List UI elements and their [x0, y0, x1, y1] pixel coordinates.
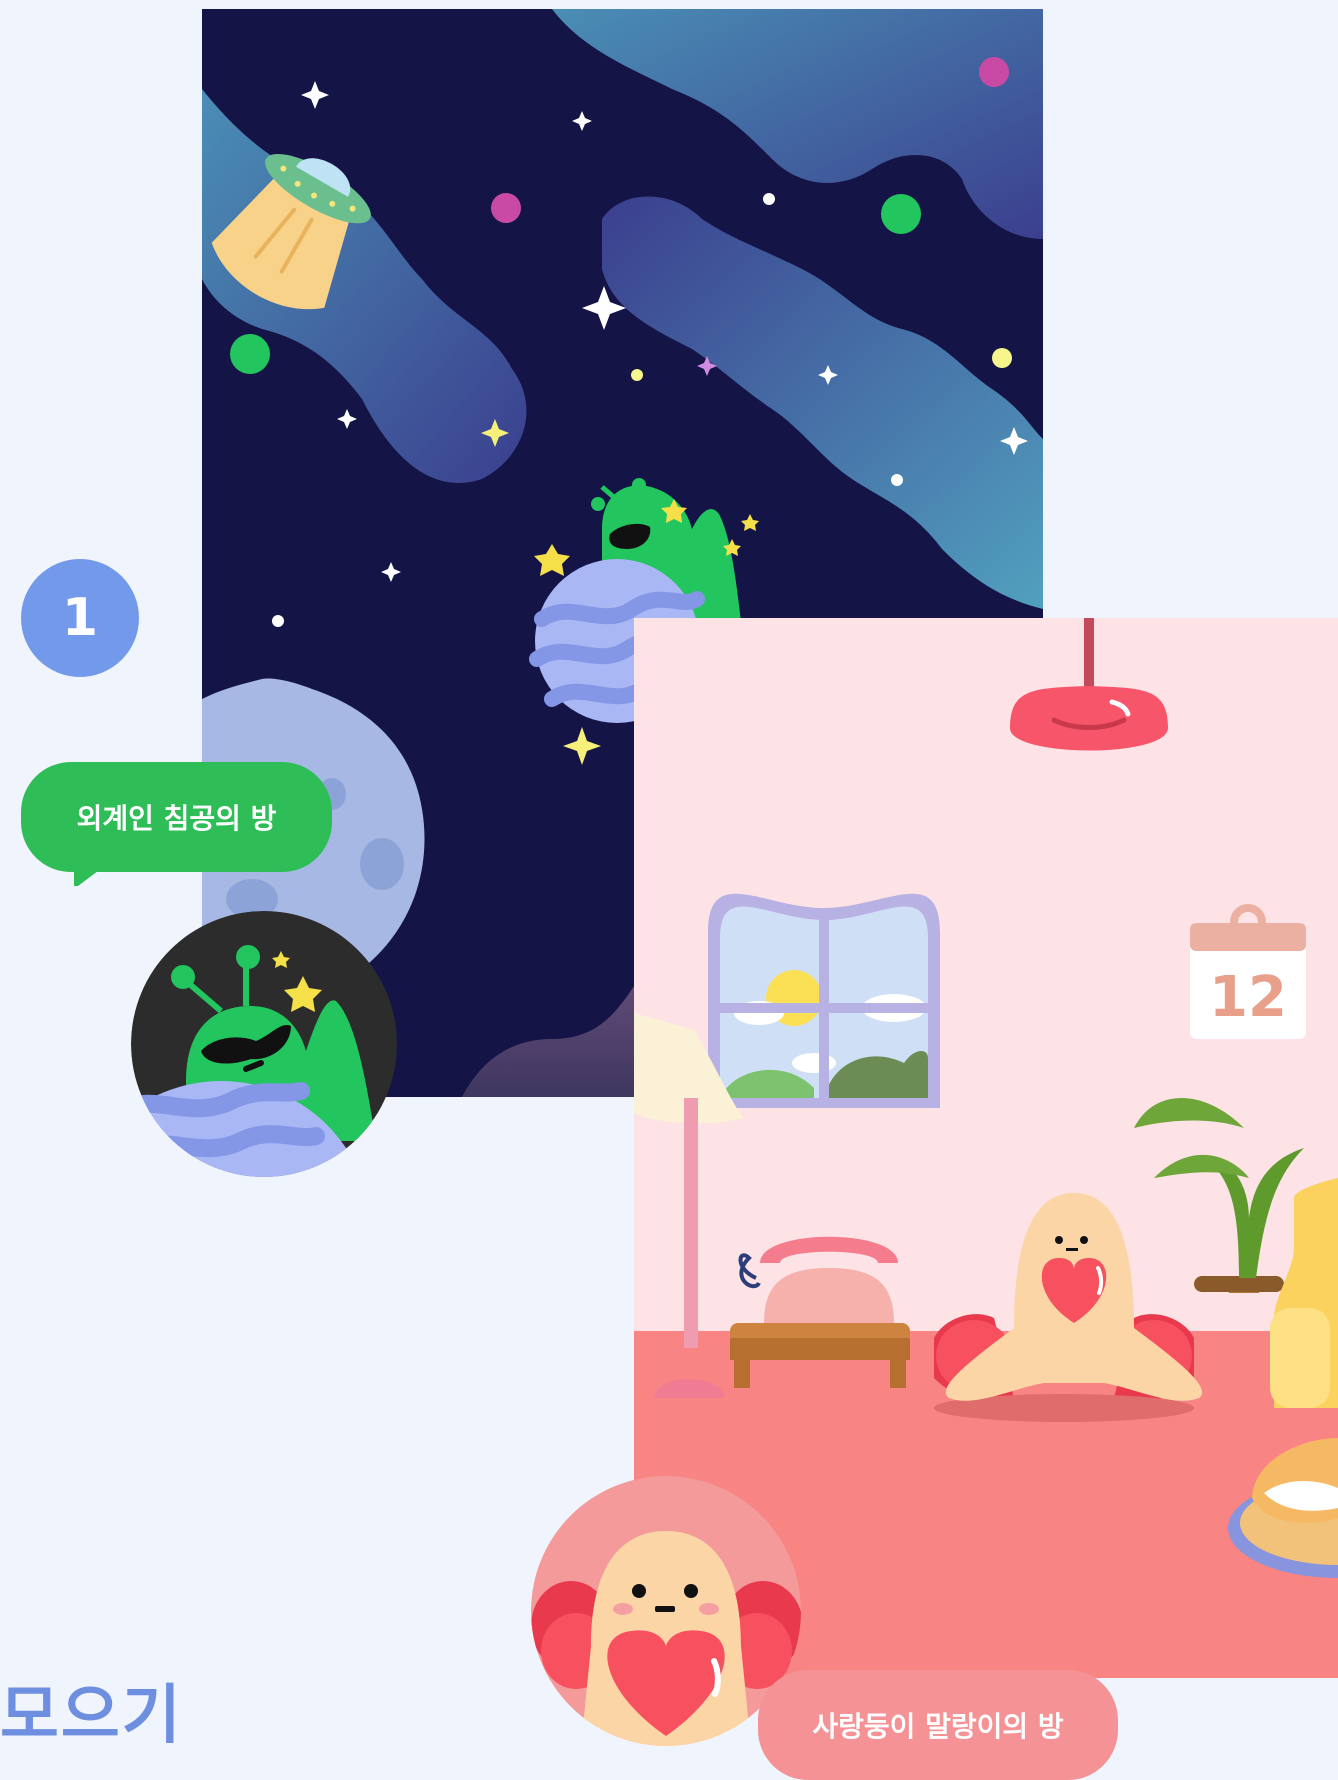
bubble-tail: [74, 862, 110, 886]
alien-room-label: 외계인 침공의 방: [76, 802, 277, 835]
planet-dot: [230, 334, 270, 374]
planet-dot: [881, 194, 921, 234]
calendar-day: 12: [1209, 965, 1287, 1030]
alien-room-label-bubble[interactable]: 외계인 침공의 방: [21, 762, 332, 872]
planet-dot: [491, 193, 521, 223]
window-icon: [708, 893, 940, 1108]
alien-avatar[interactable]: [131, 911, 397, 1177]
step-number-badge: 1: [21, 559, 139, 677]
love-room-label: 사랑둥이 말랑이의 방: [812, 1710, 1064, 1743]
planet-dot: [979, 57, 1009, 87]
calendar-icon: 12: [1190, 904, 1306, 1039]
section-heading: 모으기: [0, 1679, 183, 1753]
love-room-label-bubble[interactable]: 사랑둥이 말랑이의 방: [758, 1670, 1118, 1780]
